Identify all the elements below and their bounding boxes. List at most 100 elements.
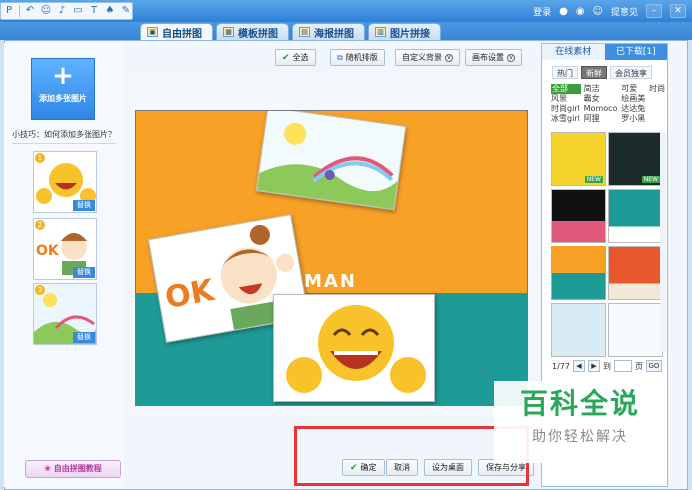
select-all-button[interactable]: ✔ 全选: [275, 49, 316, 66]
text-icon[interactable]: T: [88, 5, 100, 17]
app-logo-icon[interactable]: P: [3, 5, 15, 17]
watermark-overlay: 百科全说 助你轻松解决: [494, 381, 666, 463]
image-thumbnail[interactable]: OK 2 替换: [33, 218, 97, 280]
tab-free-collage[interactable]: ▣ 自由拼图: [140, 23, 213, 40]
man-banner-text: MAN: [304, 271, 357, 292]
random-layout-button[interactable]: ⧉ 随机排版: [330, 49, 385, 66]
category-item[interactable]: 罗小黑: [621, 114, 646, 124]
prev-page-button[interactable]: ◀: [572, 360, 585, 372]
replace-button[interactable]: 替换: [73, 200, 95, 211]
filter-fresh[interactable]: 新鲜: [581, 66, 607, 79]
goto-label: 到: [602, 361, 611, 371]
tab-poster-collage[interactable]: ▤ 海报拼图: [292, 23, 365, 40]
new-badge: NEW: [584, 176, 603, 183]
free-collage-icon: ▣: [147, 27, 158, 37]
filter-hot[interactable]: 热门: [552, 66, 578, 79]
image-thumbnail[interactable]: 3 替换: [33, 283, 97, 345]
smiley-image: [274, 295, 434, 401]
thumbnail-number: 2: [35, 220, 45, 230]
undo-icon[interactable]: ↶: [24, 5, 36, 17]
tab-image-stitch[interactable]: ▥ 图片拼接: [368, 23, 441, 40]
tab-strip: ▣ 自由拼图 ▦ 模板拼图 ▤ 海报拼图 ▥ 图片拼接: [0, 22, 692, 40]
tab-downloaded[interactable]: 已下载[1]: [604, 44, 667, 60]
divider: [12, 143, 116, 144]
login-link[interactable]: 登录: [533, 5, 551, 18]
scrollbar[interactable]: [660, 132, 666, 352]
next-page-button[interactable]: ▶: [587, 360, 600, 372]
thumbnail-number: 3: [35, 285, 45, 295]
poster-icon: ▤: [299, 27, 310, 37]
filter-bar: 热门 新鲜 会员独享: [552, 66, 652, 79]
free-collage-tutorial-button[interactable]: ❀ 自由拼图教程: [25, 460, 121, 478]
category-item[interactable]: 时尚: [649, 84, 666, 94]
category-all[interactable]: 全部: [551, 84, 581, 94]
go-button[interactable]: GO: [645, 360, 662, 372]
tab-label: 海报拼图: [314, 28, 354, 40]
category-item[interactable]: Momoco: [584, 104, 619, 114]
category-item[interactable]: 冰雪girl: [551, 114, 581, 124]
category-empty: [649, 114, 666, 124]
music-icon[interactable]: ♪: [56, 5, 68, 17]
template-thumbnail[interactable]: [608, 189, 663, 243]
replace-button[interactable]: 替换: [73, 267, 95, 278]
divider: [19, 5, 20, 17]
tab-online-materials[interactable]: 在线素材: [542, 44, 605, 60]
template-thumbnail[interactable]: [551, 303, 606, 357]
category-item[interactable]: 绘画美: [621, 94, 646, 104]
shirt-icon[interactable]: ♠: [104, 5, 116, 17]
tutorial-label: 自由拼图教程: [53, 464, 102, 473]
category-empty: [649, 94, 666, 104]
feedback-icon: ☺: [592, 5, 603, 17]
image-thumbnail[interactable]: 1 替换: [33, 151, 97, 213]
canvas-settings-dropdown[interactable]: 画布设置 v: [465, 49, 522, 66]
category-item[interactable]: 可爱: [621, 84, 646, 94]
category-item[interactable]: 霸女: [584, 94, 619, 104]
minimize-button[interactable]: –: [646, 4, 662, 18]
collage-canvas[interactable]: MAN OK: [135, 110, 528, 406]
select-all-label: 全选: [292, 53, 309, 62]
feedback-link[interactable]: 提意见: [611, 5, 638, 18]
smile-icon[interactable]: ☺: [40, 5, 52, 17]
qq-icon[interactable]: ●: [559, 6, 568, 17]
category-item[interactable]: 达达兔: [621, 104, 646, 114]
template-thumbnail-selected[interactable]: [551, 246, 606, 300]
template-thumbnail[interactable]: [608, 303, 663, 357]
tip-link[interactable]: 小技巧：如何添加多张图片？: [12, 129, 116, 140]
template-thumbnail[interactable]: NEW: [551, 132, 606, 186]
replace-button[interactable]: 替换: [73, 332, 95, 343]
keyboard-icon[interactable]: ▭: [72, 5, 84, 17]
new-badge: NEW: [641, 176, 660, 183]
chevron-down-icon: v: [507, 53, 515, 62]
category-item[interactable]: 阿狸: [584, 114, 619, 124]
close-button[interactable]: ✕: [670, 4, 686, 18]
custom-background-dropdown[interactable]: 自定义背景 v: [395, 49, 460, 66]
stitch-icon: ▥: [375, 27, 386, 37]
category-item[interactable]: 风景: [551, 94, 581, 104]
custom-background-label: 自定义背景: [402, 53, 442, 62]
page-indicator: 1/77: [552, 361, 570, 371]
quick-toolbar: P ↶ ☺ ♪ ▭ T ♠ ✎: [0, 2, 133, 20]
template-thumbnail[interactable]: [608, 246, 663, 300]
category-item[interactable]: 时尚girl: [551, 104, 581, 114]
svg-text:OK: OK: [36, 243, 60, 259]
watermark-title: 百科全说: [519, 387, 640, 420]
add-multiple-images-button[interactable]: + 添加多张图片: [31, 58, 95, 120]
left-panel: + 添加多张图片 小技巧：如何添加多张图片？ 1 替换 OK 2 替换 3 替换…: [4, 43, 124, 487]
tab-label: 模板拼图: [238, 28, 278, 40]
weibo-icon[interactable]: ◉: [576, 6, 585, 17]
template-icon: ▦: [223, 27, 234, 37]
watermark-subtitle: 助你轻松解决: [532, 429, 628, 445]
category-item[interactable]: 简洁: [584, 84, 619, 94]
filter-members[interactable]: 会员独享: [610, 66, 652, 79]
template-thumbnail[interactable]: NEW: [608, 132, 663, 186]
template-thumbnail[interactable]: [551, 189, 606, 243]
tab-label: 自由拼图: [162, 28, 202, 40]
chevron-down-icon: v: [445, 53, 453, 62]
page-number-input[interactable]: [613, 360, 632, 372]
tab-label: 图片拼接: [390, 28, 430, 40]
tab-template-collage[interactable]: ▦ 模板拼图: [216, 23, 289, 40]
collage-photo-smiley[interactable]: [273, 294, 435, 402]
template-grid: NEW NEW: [551, 132, 663, 357]
pager: 1/77 ◀ ▶ 到 页 GO: [552, 360, 662, 372]
wrench-icon[interactable]: ✎: [120, 5, 132, 17]
